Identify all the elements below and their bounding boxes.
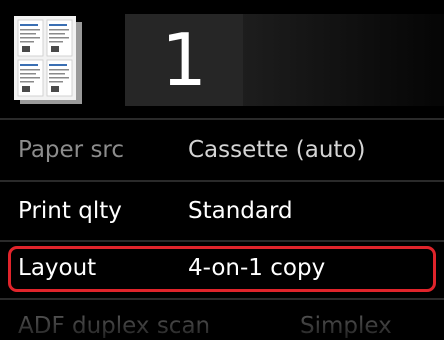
setting-value: Cassette (auto): [188, 137, 366, 163]
printer-lcd-screen: 1 Paper src Cassette (auto) Print qlty S…: [0, 0, 444, 340]
copies-count-button[interactable]: 1: [125, 14, 243, 106]
setting-row-paper-source[interactable]: Paper src Cassette (auto): [0, 120, 444, 180]
setting-row-print-quality[interactable]: Print qlty Standard: [0, 182, 444, 240]
setting-value: 4-on-1 copy: [188, 255, 326, 281]
setting-label: Layout: [18, 255, 97, 281]
four-on-one-layout-icon: [10, 14, 88, 108]
setting-label: Paper src: [18, 137, 125, 163]
setting-label: Print qlty: [18, 198, 122, 224]
copy-header: 1: [0, 0, 444, 118]
setting-value: Simplex: [300, 313, 392, 339]
header-shade: [243, 14, 444, 106]
setting-row-layout[interactable]: Layout 4-on-1 copy: [0, 242, 444, 294]
setting-label: ADF duplex scan: [18, 313, 211, 339]
copies-count: 1: [161, 18, 207, 102]
setting-row-adf-duplex-scan[interactable]: ADF duplex scan Simplex: [0, 300, 444, 340]
setting-value: Standard: [188, 198, 293, 224]
